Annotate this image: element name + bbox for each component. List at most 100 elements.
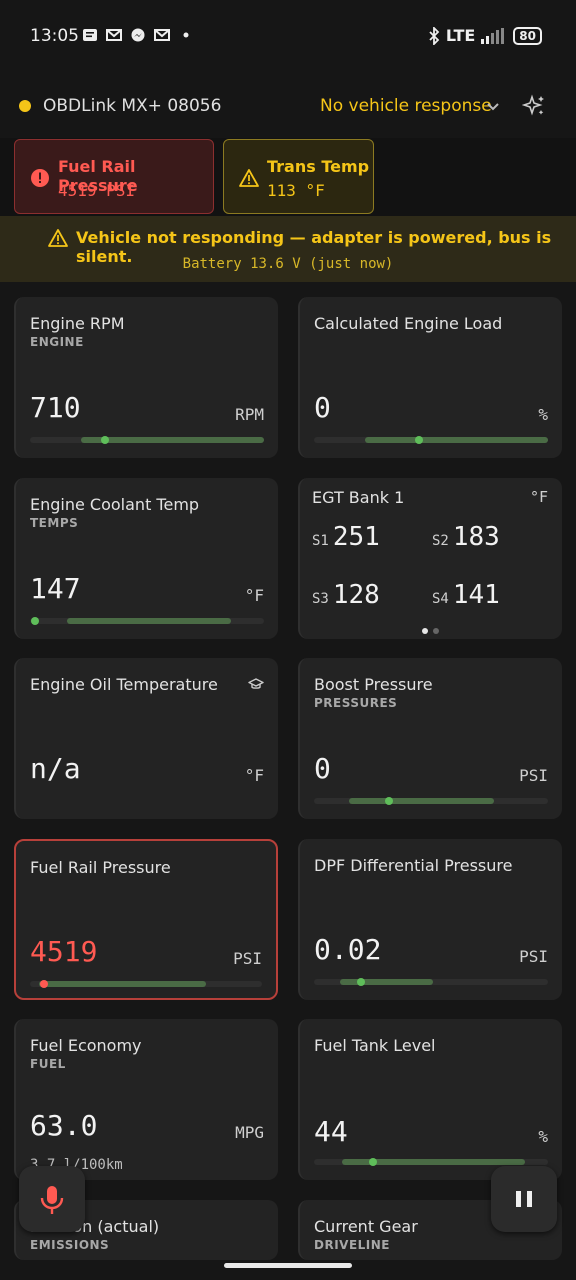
card-title: Boost Pressure xyxy=(314,675,433,694)
alert-chip-fuel-rail[interactable]: Fuel Rail Pressure 4519 PSI xyxy=(14,139,214,214)
card-category: PRESSURES xyxy=(314,696,398,710)
gauge-marker xyxy=(356,978,365,986)
card-title: Engine RPM xyxy=(30,314,125,333)
gauge-bar xyxy=(30,617,264,625)
clock: 13:05 xyxy=(30,26,79,46)
page-indicator[interactable] xyxy=(422,628,439,634)
card-category: DRIVELINE xyxy=(314,1238,391,1252)
chevron-down-icon[interactable] xyxy=(484,98,502,116)
alert-title: Trans Temp xyxy=(267,157,370,176)
card-title: Fuel Tank Level xyxy=(314,1036,436,1055)
gauge-marker xyxy=(30,617,39,625)
card-value: 710 xyxy=(30,391,81,424)
bluetooth-icon xyxy=(429,26,440,45)
gmail-icon xyxy=(106,29,122,41)
card-value: n/a xyxy=(30,752,81,785)
card-title: Fuel Economy xyxy=(30,1036,142,1055)
banner-detail: Battery 13.6 V (just now) xyxy=(182,256,394,272)
more-notifications-dot-icon xyxy=(183,32,189,38)
signal-icon xyxy=(481,27,505,44)
microphone-icon xyxy=(40,1186,64,1214)
gauge-marker xyxy=(100,436,109,444)
card-title: DPF Differential Pressure xyxy=(314,856,513,875)
gauge-bar xyxy=(314,436,548,444)
card-unit: °F xyxy=(244,586,264,605)
card-unit: MPG xyxy=(235,1123,264,1142)
card-fuel-economy[interactable]: Fuel Economy FUEL 63.0 MPG 3.7 l/100km xyxy=(14,1019,278,1180)
card-unit: PSI xyxy=(233,949,262,968)
gauge-bar xyxy=(314,978,548,986)
error-circle-icon xyxy=(31,169,49,187)
card-egt-bank-1[interactable]: EGT Bank 1 °F S1 251 S2 183 S3 128 S4 141 xyxy=(298,478,562,639)
card-unit: °F xyxy=(244,766,264,785)
alert-chip-trans-temp[interactable]: Trans Temp 113 °F xyxy=(223,139,374,214)
system-indicators: LTE 80 xyxy=(428,26,542,45)
card-fuel-tank-level[interactable]: Fuel Tank Level 44 % xyxy=(298,1019,562,1180)
egt-sensor: S3 128 xyxy=(312,580,380,610)
app-header: OBDLink MX+ 08056 No vehicle response xyxy=(0,72,576,138)
card-category: FUEL xyxy=(30,1057,66,1071)
gauge-bar xyxy=(314,797,548,805)
card-title: Engine Oil Temperature xyxy=(30,675,218,694)
vehicle-status-dropdown[interactable]: No vehicle response xyxy=(320,96,492,116)
gmail-icon-2 xyxy=(154,29,170,41)
graduation-cap-icon[interactable] xyxy=(248,676,264,692)
card-boost-pressure[interactable]: Boost Pressure PRESSURES 0 PSI xyxy=(298,658,562,819)
egt-sensor: S1 251 xyxy=(312,522,380,552)
home-indicator[interactable] xyxy=(224,1263,352,1268)
card-value: 44 xyxy=(314,1115,348,1148)
vehicle-warning-banner: Vehicle not responding — adapter is powe… xyxy=(0,216,576,282)
alert-value: 4519 PSI xyxy=(58,181,136,200)
gauge-bar xyxy=(30,436,264,444)
card-unit: PSI xyxy=(519,766,548,785)
card-value: 0 xyxy=(314,752,331,785)
card-title: Engine Coolant Temp xyxy=(30,495,200,514)
card-unit: PSI xyxy=(519,947,548,966)
card-category: EMISSIONS xyxy=(30,1238,110,1252)
card-unit: % xyxy=(538,1127,548,1146)
card-title: Current Gear xyxy=(314,1217,418,1236)
card-unit: RPM xyxy=(235,405,264,424)
egt-sensor: S4 141 xyxy=(432,580,500,610)
card-value: 0 xyxy=(314,391,331,424)
card-unit: % xyxy=(538,405,548,424)
messenger-icon xyxy=(131,28,145,42)
network-type: LTE xyxy=(445,26,476,45)
pause-button[interactable] xyxy=(491,1166,557,1232)
gauge-marker xyxy=(384,797,393,805)
card-value: 63.0 xyxy=(30,1109,98,1142)
card-unit: °F xyxy=(529,488,548,506)
card-dpf-pressure[interactable]: DPF Differential Pressure 0.02 PSI xyxy=(298,839,562,1000)
notification-icons xyxy=(82,28,194,42)
gauge-bar xyxy=(314,1158,548,1166)
card-title: EGT Bank 1 xyxy=(312,488,405,507)
card-value: 147 xyxy=(30,572,81,605)
card-coolant-temp[interactable]: Engine Coolant Temp TEMPS 147 °F xyxy=(14,478,278,639)
sparkle-icon[interactable] xyxy=(522,94,546,118)
card-engine-rpm[interactable]: Engine RPM ENGINE 710 RPM xyxy=(14,297,278,458)
connection-status-dot xyxy=(19,100,31,112)
gauge-marker xyxy=(368,1158,377,1166)
gauge-bar xyxy=(30,980,262,988)
pause-icon xyxy=(516,1191,532,1207)
adapter-name[interactable]: OBDLink MX+ 08056 xyxy=(43,96,221,116)
card-engine-load[interactable]: Calculated Engine Load 0 % xyxy=(298,297,562,458)
card-value: 4519 xyxy=(30,935,98,968)
alert-value: 113 °F xyxy=(267,181,325,200)
warning-triangle-icon xyxy=(48,229,68,247)
card-fuel-rail-pressure[interactable]: Fuel Rail Pressure 4519 PSI xyxy=(14,839,278,1000)
card-category: ENGINE xyxy=(30,335,84,349)
card-category: TEMPS xyxy=(30,516,79,530)
egt-sensor: S2 183 xyxy=(432,522,500,552)
gauge-marker xyxy=(39,980,48,988)
system-status-bar: 13:05 LTE 80 xyxy=(0,0,576,72)
card-title: Fuel Rail Pressure xyxy=(30,858,171,877)
warning-triangle-icon xyxy=(239,169,259,187)
battery-level: 80 xyxy=(513,26,542,45)
card-oil-temp[interactable]: Engine Oil Temperature n/a °F xyxy=(14,658,278,819)
card-value: 0.02 xyxy=(314,933,382,966)
notes-icon xyxy=(83,29,97,41)
voice-button[interactable] xyxy=(19,1166,85,1232)
card-title: Calculated Engine Load xyxy=(314,314,503,333)
alert-chips: Fuel Rail Pressure 4519 PSI Trans Temp 1… xyxy=(0,138,576,216)
